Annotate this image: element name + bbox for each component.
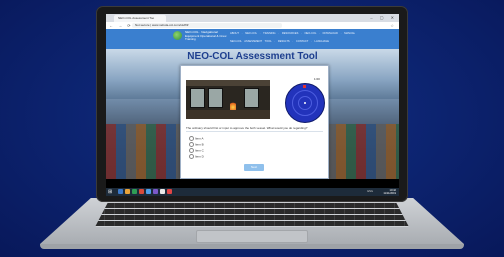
touchpad bbox=[196, 230, 308, 243]
site-logo[interactable] bbox=[173, 31, 182, 40]
divider bbox=[186, 131, 323, 132]
main-nav[interactable]: ABOUT · NEO-COL · TRAINING · RESOURCES ·… bbox=[230, 32, 355, 35]
secondary-nav[interactable]: NEO-COL ASSESSMENT TOOL · RESULTS · CONT… bbox=[230, 40, 329, 43]
answer-label: Item B bbox=[195, 142, 204, 147]
laptop-front-edge bbox=[40, 244, 464, 249]
browser-tab-bar: NEO-COL Assessment Too – ▢ ✕ bbox=[106, 14, 399, 22]
radio-icon[interactable] bbox=[189, 154, 194, 159]
brand-line-3: Training bbox=[185, 37, 196, 42]
timer: 1:00 bbox=[314, 77, 320, 81]
app-icon[interactable] bbox=[160, 189, 165, 194]
answer-label: Item C bbox=[195, 148, 204, 153]
browser-tab[interactable]: NEO-COL Assessment Too bbox=[114, 15, 166, 22]
site-header: NEO-COL · Navigational Equipment Operati… bbox=[106, 29, 399, 49]
tray-language[interactable]: ENG bbox=[367, 190, 373, 193]
app-icon[interactable] bbox=[146, 189, 151, 194]
answer-label: Item D bbox=[195, 154, 204, 159]
app-icon[interactable] bbox=[167, 189, 172, 194]
bridge-window bbox=[244, 88, 259, 108]
system-clock[interactable]: 10:42 11/11/2019 bbox=[383, 189, 396, 195]
radar-display bbox=[285, 83, 325, 123]
windows-icon[interactable]: ⊞ bbox=[108, 189, 114, 195]
question-text: The ordinary should first or input to ap… bbox=[186, 126, 308, 130]
folder-icon[interactable] bbox=[125, 189, 130, 194]
taskbar: ⊞ ENG 10:42 11/11/2019 bbox=[106, 188, 399, 196]
bridge-view-image bbox=[186, 80, 270, 119]
answer-option[interactable]: Item D bbox=[189, 154, 204, 159]
next-button[interactable]: Next bbox=[244, 164, 264, 171]
bridge-floor bbox=[186, 110, 270, 119]
assessment-modal: 1:00 The ordinary should first or input … bbox=[180, 65, 329, 179]
answer-label: Item A bbox=[195, 136, 204, 141]
radio-icon[interactable] bbox=[189, 148, 194, 153]
radar-center bbox=[304, 102, 306, 104]
navigation-icons[interactable]: ← → ⟳ bbox=[109, 22, 133, 29]
app-icon[interactable] bbox=[153, 189, 158, 194]
laptop-screen: NEO-COL Assessment Too – ▢ ✕ ← → ⟳ Not s… bbox=[106, 14, 399, 196]
window-controls[interactable]: – ▢ ✕ bbox=[370, 15, 397, 20]
answer-option[interactable]: Item C bbox=[189, 148, 204, 153]
bookmark-star-icon[interactable]: ☆ bbox=[390, 22, 394, 29]
bridge-window bbox=[208, 88, 223, 108]
url-field[interactable]: Not secure | www.nebula-col.com/stuff/# bbox=[132, 23, 282, 28]
app-icon[interactable] bbox=[139, 189, 144, 194]
app-icon[interactable] bbox=[132, 189, 137, 194]
page-title: NEO-COL Assessment Tool bbox=[187, 51, 318, 62]
light-source bbox=[230, 101, 236, 110]
clock-date: 11/11/2019 bbox=[383, 192, 396, 195]
answer-option[interactable]: Item B bbox=[189, 142, 204, 147]
radio-icon[interactable] bbox=[189, 136, 194, 141]
search-icon[interactable] bbox=[118, 189, 123, 194]
answer-option[interactable]: Item A bbox=[189, 136, 204, 141]
bridge-ceiling bbox=[186, 80, 270, 86]
site-brand: NEO-COL · Navigational Equipment Operati… bbox=[185, 30, 226, 42]
radar-target bbox=[303, 85, 306, 88]
keyboard-rows bbox=[95, 203, 409, 227]
radio-icon[interactable] bbox=[189, 142, 194, 147]
bridge-window bbox=[190, 88, 205, 108]
